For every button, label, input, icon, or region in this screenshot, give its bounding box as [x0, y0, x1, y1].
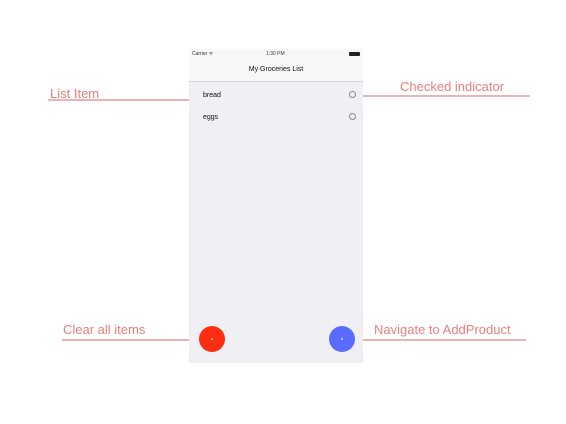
phone-screen: Carrier ᯤ 1:30 PM My Groceries List brea…	[189, 49, 363, 363]
list-item-label: eggs	[203, 114, 219, 121]
list-item-label: bread	[203, 92, 221, 99]
battery-icon	[349, 52, 360, 56]
annotation-line-list-item	[48, 99, 204, 101]
checked-indicator-icon[interactable]	[349, 113, 356, 120]
nav-bar: My Groceries List	[189, 59, 363, 82]
list-item[interactable]: bread	[189, 87, 363, 107]
clear-all-button[interactable]	[199, 326, 225, 352]
annotation-navigate: Navigate to AddProduct	[374, 322, 511, 337]
annotation-clear-all: Clear all items	[63, 322, 146, 337]
checked-indicator-icon[interactable]	[349, 91, 356, 98]
status-bar: Carrier ᯤ 1:30 PM	[189, 49, 363, 59]
annotation-line-checked-indicator	[360, 95, 530, 97]
list-item[interactable]: eggs	[189, 109, 363, 129]
button-dot-icon	[211, 338, 213, 340]
annotation-line-clear-all	[62, 339, 210, 341]
annotation-line-navigate	[352, 339, 526, 341]
status-time: 1:30 PM	[266, 51, 285, 57]
button-dot-icon	[341, 338, 343, 340]
status-carrier: Carrier ᯤ	[192, 51, 214, 57]
annotation-checked-indicator: Checked indicator	[400, 79, 505, 94]
add-product-button[interactable]	[329, 326, 355, 352]
page-title: My Groceries List	[248, 66, 304, 73]
